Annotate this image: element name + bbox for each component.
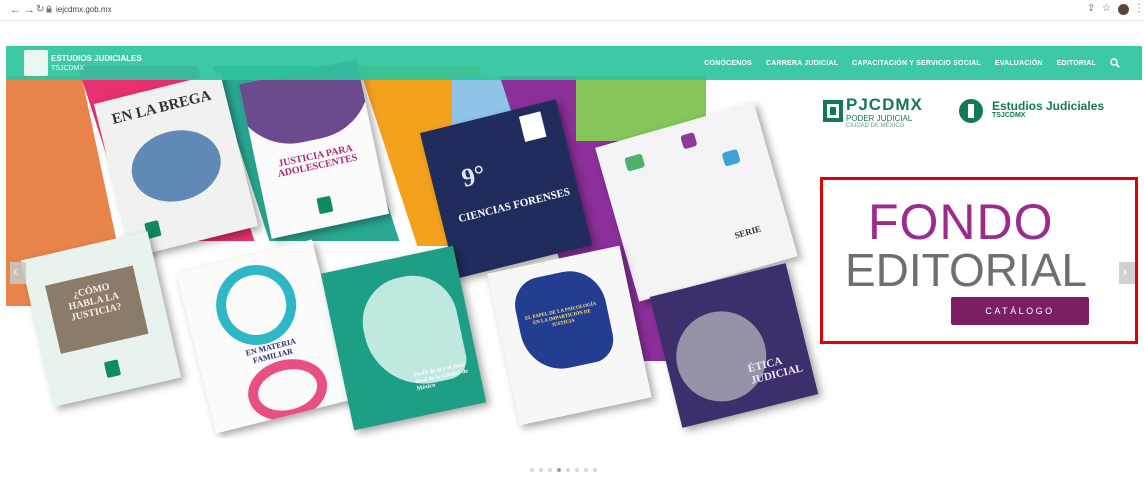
back-icon[interactable]: ← xyxy=(10,3,21,17)
book-title: JUSTICIA PARA ADOLESCENTES xyxy=(276,143,359,180)
browser-toolbar: ← → ↻ iejcdmx.gob.mx ⇪ ☆ ⋮ xyxy=(0,0,1144,21)
lock-icon xyxy=(46,5,52,13)
slider-dot[interactable] xyxy=(593,468,597,472)
address-bar[interactable]: iejcdmx.gob.mx xyxy=(56,4,112,16)
slider-dot[interactable] xyxy=(575,468,579,472)
slider-dots xyxy=(530,468,597,472)
ej-sub: TSJCDMX xyxy=(992,112,1026,119)
profile-avatar[interactable] xyxy=(1118,4,1129,15)
share-icon[interactable]: ⇪ xyxy=(1087,3,1095,14)
tsj-seal-icon xyxy=(103,359,122,379)
menu-item-conocenos[interactable]: CONÓCENOS xyxy=(704,60,752,67)
menu-dots-icon[interactable]: ⋮ xyxy=(1134,3,1144,14)
site-header: ESTUDIOS JUDICIALES TSJCDMX CONÓCENOS CA… xyxy=(6,46,1142,80)
pjcdmx-emblem-icon xyxy=(823,100,843,122)
tsj-seal-icon xyxy=(316,195,334,215)
search-icon[interactable] xyxy=(1110,58,1120,68)
forward-icon[interactable]: → xyxy=(24,3,35,17)
book-title: SERIE xyxy=(733,223,763,241)
book-cover[interactable]: EN MATERIA FAMILIAR xyxy=(176,239,352,434)
pjcdmx-sub1: PODER JUDICIAL xyxy=(846,114,913,123)
main-menu: CONÓCENOS CARRERA JUDICIAL CAPACITACIÓN … xyxy=(704,46,1120,80)
slider-dot[interactable] xyxy=(530,468,534,472)
highlight-box xyxy=(820,177,1138,344)
book-cover[interactable]: ¿CÓMO HABLA LA JUSTICIA? xyxy=(20,231,182,407)
logo-subtitle: TSJCDMX xyxy=(51,65,85,72)
menu-item-carrera-judicial[interactable]: CARRERA JUDICIAL xyxy=(766,60,838,67)
star-icon[interactable]: ☆ xyxy=(1102,3,1111,14)
menu-item-evaluacion[interactable]: EVALUACIÓN xyxy=(995,60,1043,67)
slider-dot[interactable] xyxy=(566,468,570,472)
pjcdmx-sub2: CIUDAD DE MÉXICO xyxy=(846,123,905,129)
estudios-judiciales-logo-icon[interactable] xyxy=(24,50,48,76)
slider-dot[interactable] xyxy=(539,468,543,472)
estudios-judiciales-emblem-icon xyxy=(959,99,983,123)
slider-dot[interactable] xyxy=(548,468,552,472)
slider-dot-active[interactable] xyxy=(557,468,561,472)
logo-title[interactable]: ESTUDIOS JUDICIALES xyxy=(51,54,142,64)
menu-item-editorial[interactable]: EDITORIAL xyxy=(1057,60,1096,67)
book-title: 9° xyxy=(458,159,489,193)
slider-prev-button[interactable]: ‹ xyxy=(10,262,26,284)
menu-item-capacitacion[interactable]: CAPACITACIÓN Y SERVICIO SOCIAL xyxy=(852,60,981,67)
slider-dot[interactable] xyxy=(584,468,588,472)
chevron-left-icon: ‹ xyxy=(13,263,18,280)
reload-icon[interactable]: ↻ xyxy=(36,3,44,17)
pjcdmx-title: PJCDMX xyxy=(846,95,923,114)
